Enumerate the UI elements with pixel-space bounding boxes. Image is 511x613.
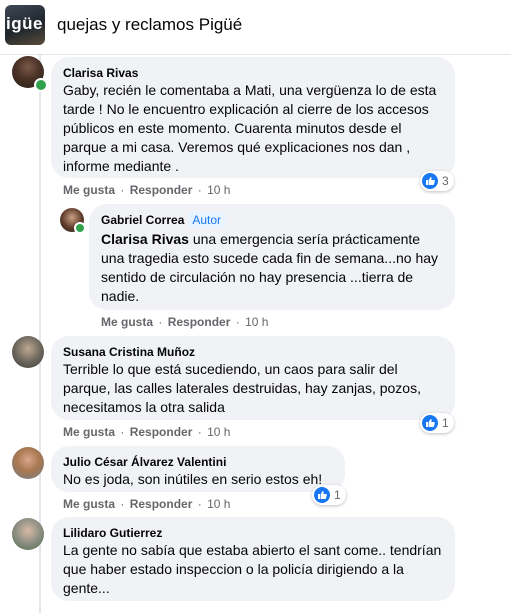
comment-timestamp[interactable]: 10 h <box>207 425 230 439</box>
group-thumbnail[interactable]: igüe <box>5 5 45 45</box>
reply-button[interactable]: Responder <box>168 315 231 329</box>
separator: · <box>120 425 125 439</box>
reaction-count[interactable]: 1 <box>312 485 346 505</box>
reply-button[interactable]: Responder <box>130 497 193 511</box>
reaction-count[interactable]: 1 <box>420 413 454 433</box>
comment-actions: Me gusta · Responder · 10 h <box>63 424 230 440</box>
separator: · <box>120 183 125 197</box>
separator: · <box>120 497 125 511</box>
group-thumbnail-text: igüe <box>6 14 43 33</box>
comment-timestamp[interactable]: 10 h <box>245 315 268 329</box>
comment-author[interactable]: Clarisa Rivas <box>63 65 443 81</box>
author-badge: Autor <box>188 212 226 228</box>
reaction-count-label: 1 <box>334 488 341 502</box>
comment-text: No es joda, son inútiles en serio estos … <box>63 471 323 487</box>
comment-author[interactable]: Julio César Álvarez Valentini <box>63 454 333 470</box>
comment-text: Clarisa Rivas una emergencia sería práct… <box>101 230 443 306</box>
separator: · <box>235 315 240 329</box>
comment-bubble: Clarisa Rivas Gaby, recién le comentaba … <box>51 57 455 178</box>
mention-link[interactable]: Clarisa Rivas <box>101 231 189 247</box>
comment-timestamp[interactable]: 10 h <box>207 183 230 197</box>
comment-text: La gente no sabía que estaba abierto el … <box>63 542 442 596</box>
reaction-count[interactable]: 3 <box>420 171 454 191</box>
like-button[interactable]: Me gusta <box>63 425 115 439</box>
avatar[interactable] <box>12 336 44 368</box>
comment-author[interactable]: Lilidaro Gutierrez <box>63 525 443 541</box>
comment-text: Gaby, recién le comentaba a Mati, una ve… <box>63 82 437 174</box>
avatar[interactable] <box>12 447 44 479</box>
online-status-icon <box>34 78 48 92</box>
comment-author[interactable]: Susana Cristina Muñoz <box>63 344 443 360</box>
comment-actions: Me gusta · Responder · 10 h <box>63 182 230 198</box>
comment-bubble: Gabriel Correa Autor Clarisa Rivas una em… <box>89 204 455 310</box>
group-header: igüe quejas y reclamos Pigüé <box>0 0 511 55</box>
comment-actions: Me gusta · Responder · 10 h <box>101 314 268 330</box>
separator: · <box>197 183 202 197</box>
like-reaction-icon <box>314 487 330 503</box>
reply-button[interactable]: Responder <box>130 183 193 197</box>
like-button[interactable]: Me gusta <box>63 183 115 197</box>
comment-bubble: Susana Cristina Muñoz Terrible lo que es… <box>51 336 455 420</box>
group-name[interactable]: quejas y reclamos Pigüé <box>57 15 242 35</box>
avatar[interactable] <box>12 518 44 550</box>
like-reaction-icon <box>422 415 438 431</box>
comment-text: Terrible lo que está sucediendo, un caos… <box>63 361 421 415</box>
comment-author-line: Gabriel Correa Autor <box>101 212 443 228</box>
reply-button[interactable]: Responder <box>130 425 193 439</box>
online-status-icon <box>74 222 86 234</box>
comment-bubble: Julio César Álvarez Valentini No es joda… <box>51 446 345 492</box>
reaction-count-label: 1 <box>442 416 449 430</box>
comment-bubble: Lilidaro Gutierrez La gente no sabía que… <box>51 517 455 601</box>
separator: · <box>158 315 163 329</box>
comment-author[interactable]: Gabriel Correa <box>101 213 184 227</box>
like-reaction-icon <box>422 173 438 189</box>
separator: · <box>197 497 202 511</box>
comment-timestamp[interactable]: 10 h <box>207 497 230 511</box>
reaction-count-label: 3 <box>442 174 449 188</box>
comment-actions: Me gusta · Responder · 10 h <box>63 496 230 512</box>
separator: · <box>197 425 202 439</box>
like-button[interactable]: Me gusta <box>101 315 153 329</box>
like-button[interactable]: Me gusta <box>63 497 115 511</box>
